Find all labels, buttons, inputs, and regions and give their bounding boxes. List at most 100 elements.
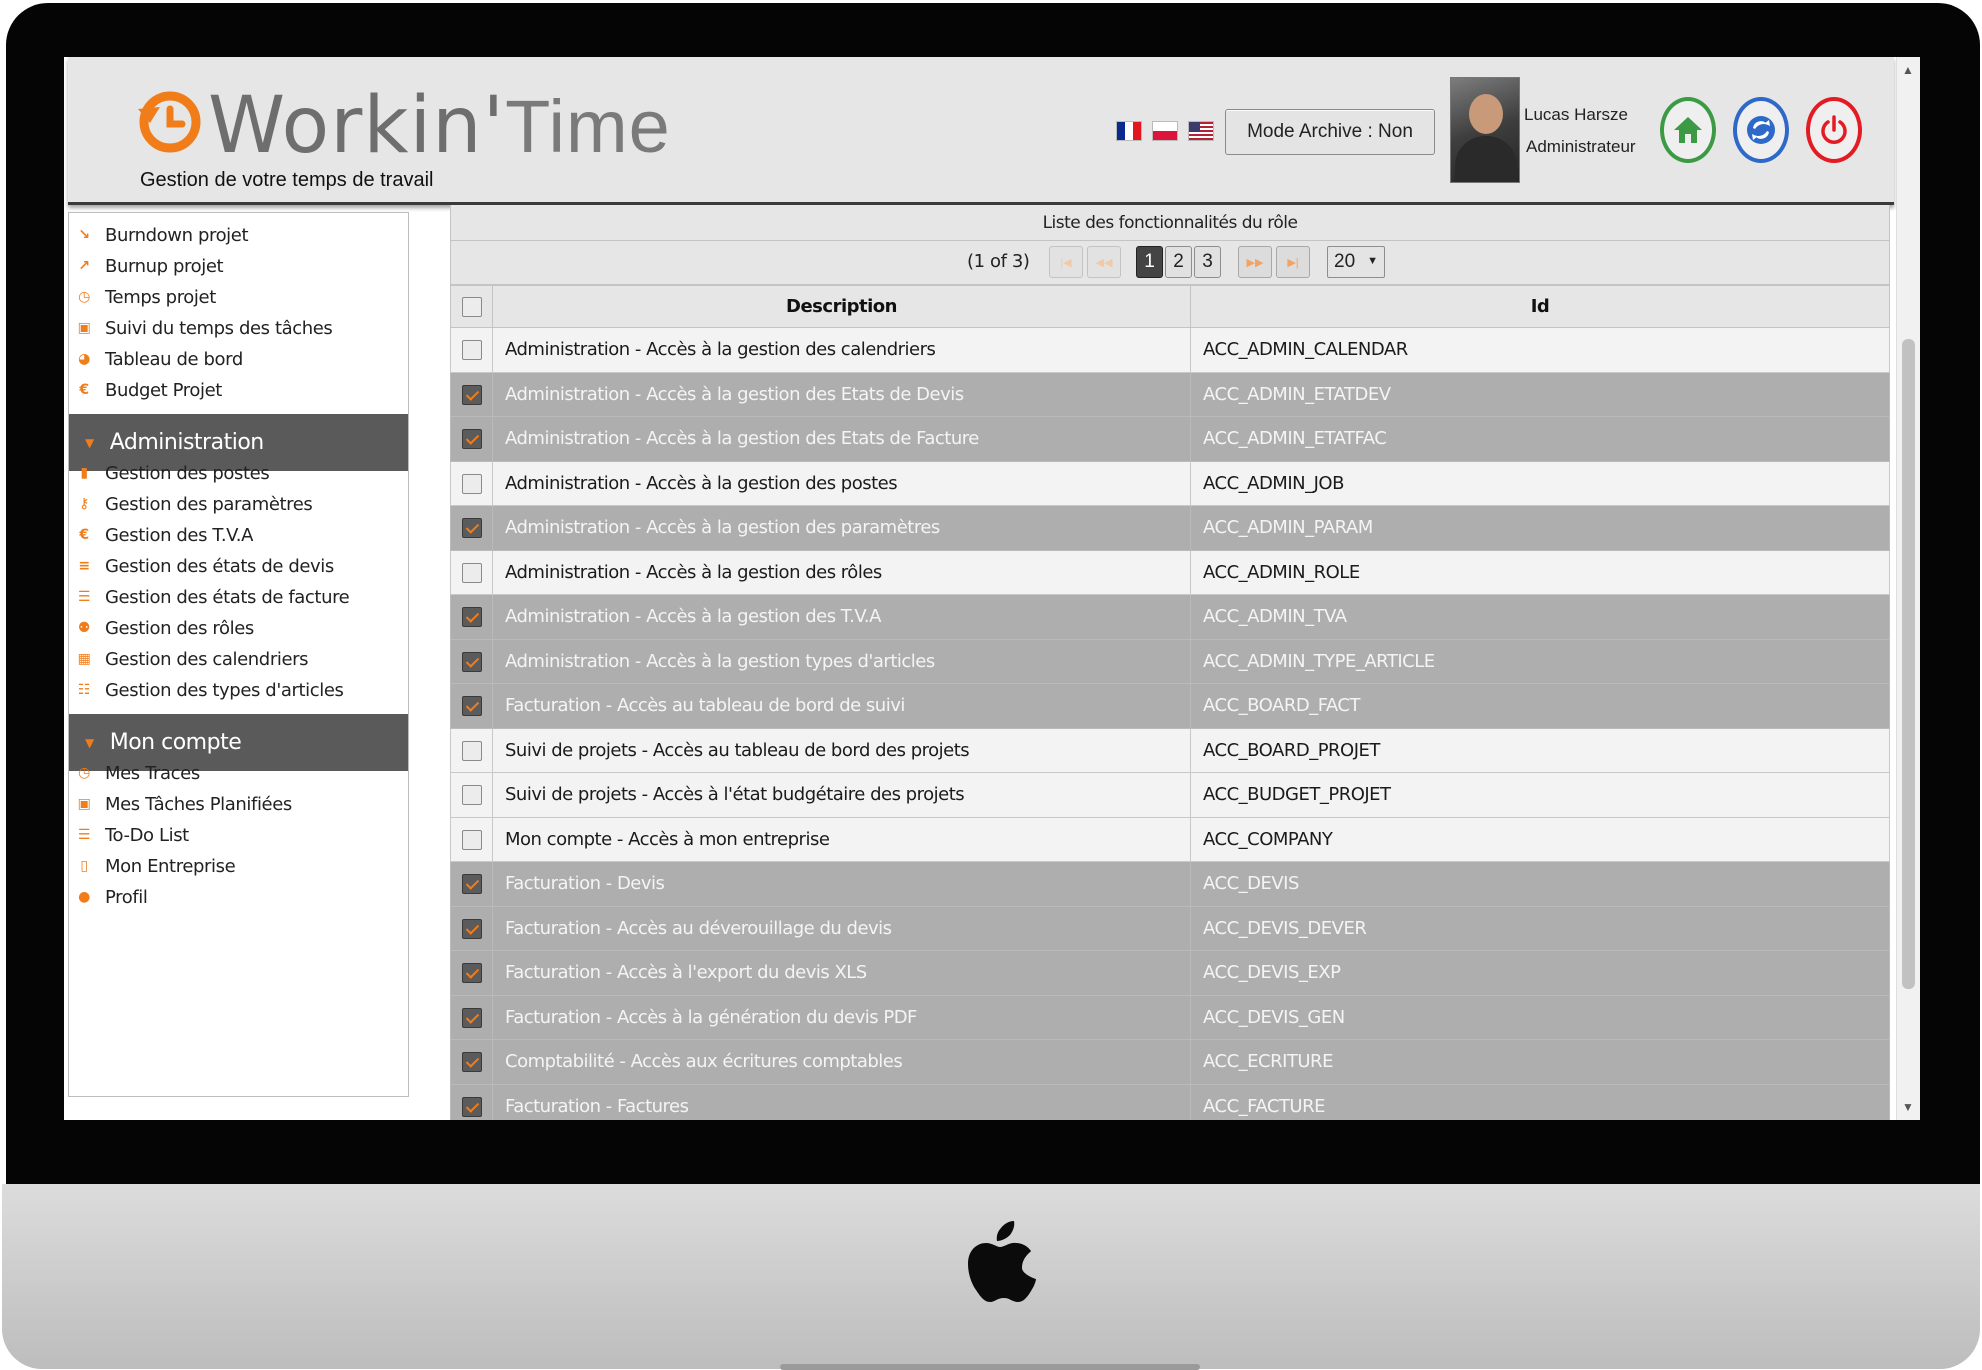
sidebar-item-temps-projet[interactable]: ◷ Temps projet bbox=[77, 282, 216, 312]
language-flags bbox=[1116, 121, 1214, 141]
archive-mode-button[interactable]: Mode Archive : Non bbox=[1225, 109, 1435, 155]
row-id: ACC_ADMIN_ETATFAC bbox=[1190, 416, 1890, 462]
page-2-button[interactable]: 2 bbox=[1165, 246, 1192, 278]
table-row[interactable]: Administration - Accès à la gestion des … bbox=[450, 327, 1890, 373]
sidebar-item-gestion-roles[interactable]: ⚉ Gestion des rôles bbox=[77, 613, 254, 643]
sidebar-item-tableau-bord[interactable]: ◕ Tableau de bord bbox=[77, 344, 243, 374]
row-checkbox[interactable] bbox=[461, 429, 482, 450]
row-checkbox-cell bbox=[450, 861, 493, 907]
page-3-button[interactable]: 3 bbox=[1194, 246, 1221, 278]
logo-text-secondary: Time bbox=[505, 85, 671, 168]
row-checkbox[interactable] bbox=[461, 696, 482, 717]
euro-icon: € bbox=[79, 527, 89, 543]
sidebar-item-gestion-parametres[interactable]: ⚷ Gestion des paramètres bbox=[77, 489, 313, 519]
app-screen: Workin'Time Gestion de votre temps de tr… bbox=[64, 57, 1920, 1120]
flag-usa-icon[interactable] bbox=[1188, 121, 1214, 141]
last-page-button[interactable]: ▶| bbox=[1276, 246, 1310, 278]
next-page-icon: ▶▶ bbox=[1246, 256, 1264, 269]
table-row[interactable]: Suivi de projets - Accès à l'état budgét… bbox=[450, 772, 1890, 818]
row-checkbox[interactable] bbox=[461, 651, 482, 672]
row-checkbox[interactable] bbox=[461, 607, 482, 628]
row-checkbox-cell bbox=[450, 505, 493, 551]
row-id: ACC_DEVIS_GEN bbox=[1190, 994, 1890, 1040]
row-checkbox[interactable] bbox=[461, 874, 482, 895]
table-row[interactable]: Facturation - Factures ACC_FACTURE bbox=[450, 1083, 1890, 1120]
row-id: ACC_BOARD_PROJET bbox=[1190, 727, 1890, 773]
flag-poland-icon[interactable] bbox=[1152, 121, 1178, 141]
row-checkbox[interactable] bbox=[461, 473, 482, 494]
column-header-id[interactable]: Id bbox=[1190, 285, 1890, 328]
sidebar-item-gestion-postes[interactable]: ▮ Gestion des postes bbox=[77, 458, 269, 488]
sidebar-item-profil[interactable]: ● Profil bbox=[77, 882, 148, 912]
row-id: ACC_ADMIN_ROLE bbox=[1190, 549, 1890, 595]
sidebar-item-burndown[interactable]: ↘ Burndown projet bbox=[77, 220, 248, 250]
row-checkbox[interactable] bbox=[461, 340, 482, 361]
prev-page-button[interactable]: ◀◀ bbox=[1087, 246, 1121, 278]
row-checkbox[interactable] bbox=[461, 785, 482, 806]
logout-button[interactable] bbox=[1806, 97, 1862, 163]
sidebar-item-gestion-calendriers[interactable]: ▦ Gestion des calendriers bbox=[77, 644, 309, 674]
sidebar-item-mes-traces[interactable]: ◷ Mes Traces bbox=[77, 758, 200, 788]
table-row[interactable]: Facturation - Accès à l'export du devis … bbox=[450, 950, 1890, 996]
table-row[interactable]: Suivi de projets - Accès au tableau de b… bbox=[450, 727, 1890, 773]
table-row[interactable]: Administration - Accès à la gestion des … bbox=[450, 505, 1890, 551]
next-page-button[interactable]: ▶▶ bbox=[1238, 246, 1272, 278]
row-checkbox[interactable] bbox=[461, 518, 482, 539]
logo-clock-icon bbox=[138, 91, 201, 153]
row-id: ACC_ADMIN_PARAM bbox=[1190, 505, 1890, 551]
row-description: Administration - Accès à la gestion des … bbox=[492, 460, 1191, 506]
page-scrollbar[interactable]: ▲ ▼ bbox=[1896, 57, 1920, 1120]
sidebar-item-burnup[interactable]: ↗ Burnup projet bbox=[77, 251, 223, 281]
sidebar-item-suivi-temps[interactable]: ▣ Suivi du temps des tâches bbox=[77, 313, 333, 343]
table-row[interactable]: Administration - Accès à la gestion des … bbox=[450, 460, 1890, 506]
row-checkbox-cell bbox=[450, 683, 493, 729]
row-checkbox-cell bbox=[450, 327, 493, 373]
apple-logo-icon bbox=[968, 1221, 1036, 1302]
sidebar-item-etats-facture[interactable]: ☰ Gestion des états de facture bbox=[77, 582, 350, 612]
row-checkbox[interactable] bbox=[461, 918, 482, 939]
page-1-button[interactable]: 1 bbox=[1136, 246, 1163, 278]
sidebar-item-budget-projet[interactable]: € Budget Projet bbox=[77, 375, 222, 405]
sidebar-item-gestion-tva[interactable]: € Gestion des T.V.A bbox=[77, 520, 253, 550]
table-row[interactable]: Mon compte - Accès à mon entreprise ACC_C… bbox=[450, 816, 1890, 862]
sidebar-item-types-articles[interactable]: ☷ Gestion des types d'articles bbox=[77, 675, 344, 705]
user-avatar[interactable] bbox=[1450, 77, 1520, 183]
dropdown-arrow-icon: ▼ bbox=[1367, 255, 1378, 267]
sidebar-item-etats-devis[interactable]: ≡ Gestion des états de devis bbox=[77, 551, 334, 581]
table-row[interactable]: Administration - Accès à la gestion des … bbox=[450, 594, 1890, 640]
column-header-description[interactable]: Description bbox=[492, 285, 1191, 328]
table-row[interactable]: Facturation - Accès au déverouillage du … bbox=[450, 905, 1890, 951]
row-checkbox[interactable] bbox=[461, 1007, 482, 1028]
select-all-checkbox[interactable] bbox=[461, 297, 482, 317]
home-button[interactable] bbox=[1660, 97, 1716, 163]
row-checkbox[interactable] bbox=[461, 963, 482, 984]
first-page-button[interactable]: |◀ bbox=[1049, 246, 1083, 278]
scrollbar-thumb[interactable] bbox=[1902, 339, 1915, 989]
row-checkbox[interactable] bbox=[461, 1096, 482, 1117]
row-checkbox[interactable] bbox=[461, 829, 482, 850]
table-row[interactable]: Facturation - Devis ACC_DEVIS bbox=[450, 861, 1890, 907]
table-row[interactable]: Facturation - Accès à la génération du d… bbox=[450, 994, 1890, 1040]
table-row[interactable]: Administration - Accès à la gestion des … bbox=[450, 549, 1890, 595]
table-row[interactable]: Comptabilité - Accès aux écritures compt… bbox=[450, 1039, 1890, 1085]
refresh-button[interactable] bbox=[1733, 97, 1789, 163]
sync-icon bbox=[1747, 116, 1775, 144]
table-body: Administration - Accès à la gestion des … bbox=[450, 327, 1890, 1120]
sidebar-item-taches-planifiees[interactable]: ▣ Mes Tâches Planifiées bbox=[77, 789, 293, 819]
row-checkbox[interactable] bbox=[461, 740, 482, 761]
row-description: Administration - Accès à la gestion des … bbox=[492, 505, 1191, 551]
scroll-down-arrow-icon[interactable]: ▼ bbox=[1902, 1100, 1914, 1114]
flag-france-icon[interactable] bbox=[1116, 121, 1142, 141]
sidebar-item-todo-list[interactable]: ☰ To-Do List bbox=[77, 820, 189, 850]
sidebar-item-mon-entreprise[interactable]: ▯ Mon Entreprise bbox=[77, 851, 235, 881]
rows-per-page-select[interactable]: 20 ▼ bbox=[1327, 246, 1385, 278]
table-row[interactable]: Administration - Accès à la gestion des … bbox=[450, 371, 1890, 417]
row-checkbox[interactable] bbox=[461, 1052, 482, 1073]
row-checkbox[interactable] bbox=[461, 384, 482, 405]
table-row[interactable]: Administration - Accès à la gestion type… bbox=[450, 638, 1890, 684]
scroll-up-arrow-icon[interactable]: ▲ bbox=[1902, 63, 1914, 77]
table-row[interactable]: Facturation - Accès au tableau de bord d… bbox=[450, 683, 1890, 729]
row-checkbox[interactable] bbox=[461, 562, 482, 583]
table-row[interactable]: Administration - Accès à la gestion des … bbox=[450, 416, 1890, 462]
list-icon: ≡ bbox=[78, 558, 90, 574]
